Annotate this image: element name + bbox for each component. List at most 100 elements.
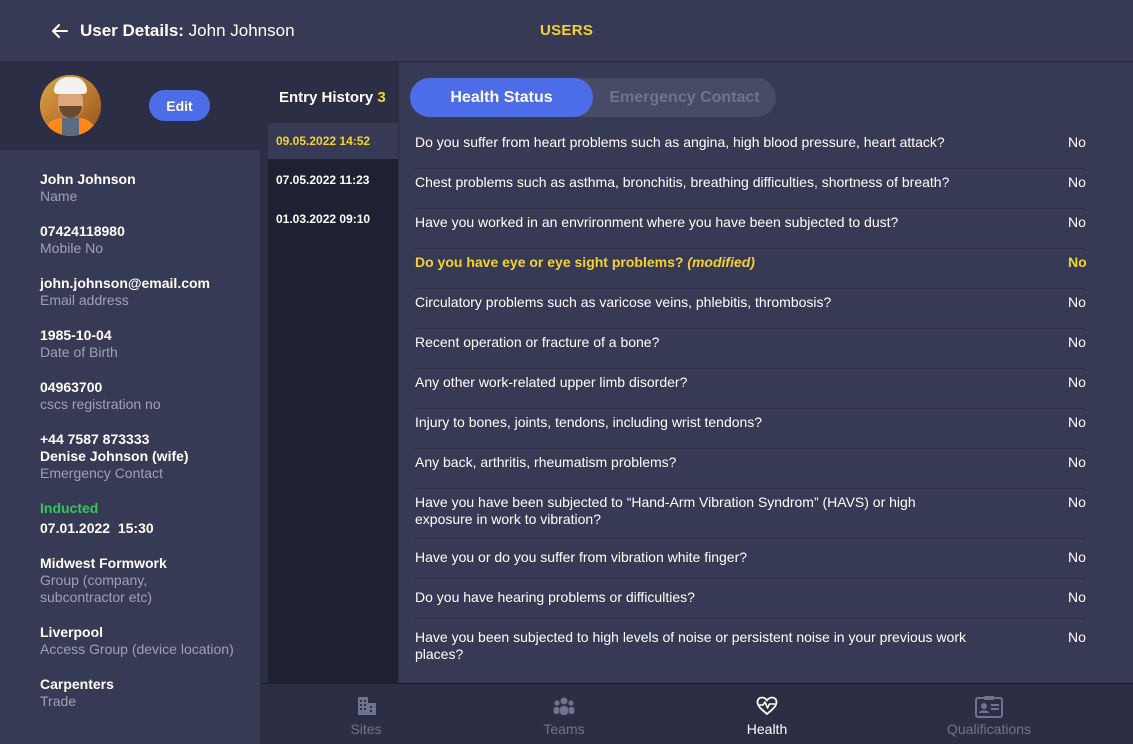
field-cscs: 04963700 cscs registration no	[40, 379, 161, 413]
field-mobile: 07424118980 Mobile No	[40, 223, 125, 257]
entry-history-label: Entry History	[279, 89, 374, 106]
question-text: Do you have hearing problems or difficul…	[415, 589, 695, 605]
page-title: User Details: John Johnson	[80, 21, 295, 41]
field-value: Carpenters	[40, 676, 114, 692]
question-row: Have you or do you suffer from vibration…	[415, 539, 1086, 579]
question-text: Have you been subjected to high levels o…	[415, 629, 966, 662]
question-answer: No	[1068, 549, 1086, 565]
field-value: 07424118980	[40, 223, 125, 239]
field-access-group: Liverpool Access Group (device location)	[40, 624, 234, 658]
field-label: Group (company,	[40, 572, 148, 588]
nav-teams[interactable]: Teams	[519, 684, 609, 744]
nav-teams-label: Teams	[543, 721, 585, 737]
field-value: Liverpool	[40, 624, 104, 640]
question-row: Have you have been subjected to “Hand-Ar…	[415, 489, 1086, 539]
bottom-navigation: Sites Teams Health Qualifications	[261, 683, 1133, 744]
emergency-phone: +44 7587 873333	[40, 431, 150, 447]
question-row-modified: Do you have eye or eye sight problems? (…	[415, 249, 1087, 289]
question-text: Injury to bones, joints, tendons, includ…	[415, 414, 763, 430]
question-text-main: Do you have eye or eye sight problems?	[415, 254, 684, 270]
inducted-datetime: 07.01.2022 15:30	[40, 520, 154, 536]
question-row: Do you have hearing problems or difficul…	[415, 579, 1086, 619]
emergency-name: Denise Johnson (wife)	[40, 448, 189, 464]
field-name: John Johnson Name	[40, 171, 136, 205]
question-answer: No	[1068, 414, 1086, 430]
question-row: Circulatory problems such as varicose ve…	[415, 289, 1086, 329]
question-text: Do you suffer from heart problems such a…	[415, 134, 945, 150]
entry-history-count: 3	[377, 89, 386, 106]
field-label: Emergency Contact	[40, 465, 163, 481]
field-trade: Carpenters Trade	[40, 676, 114, 710]
top-header: User Details: John Johnson USERS	[0, 0, 1133, 62]
avatar	[40, 75, 101, 136]
tab-emergency-contact[interactable]: Emergency Contact	[593, 78, 776, 117]
question-answer: No	[1068, 214, 1086, 230]
question-answer: No	[1068, 374, 1086, 390]
question-row: Chest problems such as asthma, bronchiti…	[415, 169, 1086, 209]
back-arrow-icon[interactable]	[50, 21, 70, 41]
entry-history-list: 09.05.2022 14:52 07.05.2022 11:23 01.03.…	[268, 123, 398, 683]
entry-history-panel: Entry History 3 09.05.2022 14:52 07.05.2…	[260, 63, 398, 683]
question-text: Have you or do you suffer from vibration…	[415, 549, 748, 565]
tab-health-status[interactable]: Health Status	[410, 78, 593, 117]
field-value: 1985-10-04	[40, 327, 112, 343]
history-entry[interactable]: 07.05.2022 11:23	[268, 162, 398, 198]
question-answer: No	[1068, 629, 1086, 645]
question-text: Chest problems such as asthma, bronchiti…	[415, 174, 950, 190]
question-answer: No	[1068, 174, 1086, 190]
field-email: john.johnson@email.com Email address	[40, 275, 210, 309]
question-text: Have you worked in an envrironment where…	[415, 214, 899, 230]
field-inducted: Inducted 07.01.2022 15:30	[40, 500, 154, 537]
nav-sites-label: Sites	[350, 721, 382, 737]
field-group: Midwest Formwork Group (company, subcont…	[40, 555, 167, 606]
field-label: Name	[40, 188, 78, 204]
nav-health[interactable]: Health	[722, 684, 812, 744]
nav-qualifications[interactable]: Qualifications	[929, 684, 1049, 744]
field-value: John Johnson	[40, 171, 136, 187]
field-label: cscs registration no	[40, 396, 161, 412]
edit-button[interactable]: Edit	[149, 90, 210, 121]
field-label: subcontractor etc)	[40, 589, 153, 605]
question-text: Any back, arthritis, rheumatism problems…	[415, 454, 677, 470]
question-text: Do you have eye or eye sight problems? (…	[415, 254, 995, 271]
nav-health-label: Health	[746, 721, 788, 737]
inducted-status: Inducted	[40, 500, 99, 516]
health-questionnaire-panel: Emergency Contact Health Status Do you s…	[399, 63, 1133, 683]
question-text: Any other work-related upper limb disord…	[415, 374, 688, 390]
question-row: Any back, arthritis, rheumatism problems…	[415, 449, 1086, 489]
question-text: Recent operation or fracture of a bone?	[415, 334, 660, 350]
question-answer: No	[1068, 454, 1086, 470]
modified-flag: (modified)	[687, 254, 755, 270]
field-label: Access Group (device location)	[40, 641, 234, 657]
question-answer: No	[1068, 494, 1086, 510]
question-text: Have you have been subjected to “Hand-Ar…	[415, 494, 916, 527]
user-profile-sidebar: Edit John Johnson Name 07424118980 Mobil…	[0, 63, 260, 744]
question-row: Recent operation or fracture of a bone? …	[415, 329, 1086, 369]
id-card-icon	[975, 696, 1003, 718]
question-answer: No	[1068, 294, 1086, 310]
team-icon	[553, 697, 575, 715]
question-row: Have you been subjected to high levels o…	[415, 619, 1086, 669]
tab-bar: Emergency Contact Health Status	[410, 78, 776, 117]
history-entry[interactable]: 01.03.2022 09:10	[268, 201, 398, 237]
history-entry-selected[interactable]: 09.05.2022 14:52	[268, 123, 398, 159]
question-row: Injury to bones, joints, tendons, includ…	[415, 409, 1086, 449]
question-answer: No	[1068, 334, 1086, 350]
field-value: Midwest Formwork	[40, 555, 167, 571]
field-label: Email address	[40, 292, 129, 308]
question-answer: No	[1068, 589, 1086, 605]
nav-sites[interactable]: Sites	[321, 684, 411, 744]
question-answer: No	[1068, 254, 1087, 270]
question-text: Circulatory problems such as varicose ve…	[415, 294, 832, 310]
field-dob: 1985-10-04 Date of Birth	[40, 327, 118, 361]
field-value: 04963700	[40, 379, 103, 395]
page-title-user-name: John Johnson	[188, 21, 295, 40]
nav-qualifications-label: Qualifications	[946, 721, 1032, 737]
heart-pulse-icon	[756, 696, 778, 716]
field-value: john.johnson@email.com	[40, 275, 210, 291]
question-answer: No	[1068, 134, 1086, 150]
field-label: Trade	[40, 693, 77, 709]
page-title-prefix: User Details:	[80, 21, 184, 40]
question-row: Have you worked in an envrironment where…	[415, 209, 1086, 249]
profile-header: Edit	[0, 63, 260, 150]
